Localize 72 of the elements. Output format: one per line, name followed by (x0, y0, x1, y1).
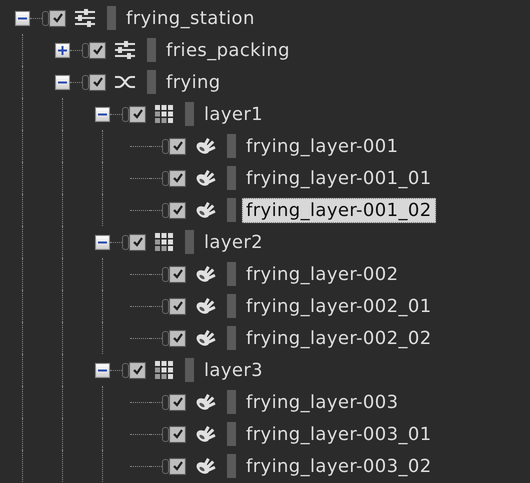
checkmark-icon (92, 44, 104, 56)
node-label[interactable]: layer2 (200, 230, 268, 254)
swatch-bar (227, 454, 236, 478)
swatch-bar (107, 6, 116, 30)
checkbox[interactable] (169, 170, 186, 186)
plus-icon (58, 46, 67, 54)
collapse-button[interactable] (95, 234, 110, 250)
checkmark-icon (172, 332, 184, 344)
checkmark-icon (172, 172, 184, 184)
node-label[interactable]: frying_layer-001_02 (242, 198, 436, 222)
swatch-bar (227, 422, 236, 446)
checkbox[interactable] (169, 394, 186, 410)
checkbox[interactable] (49, 10, 66, 26)
checkmark-icon (172, 204, 184, 216)
checkmark-icon (172, 140, 184, 152)
checkmark-icon (92, 76, 104, 88)
node-label[interactable]: frying_station (122, 6, 259, 30)
swatch-bar (227, 262, 236, 286)
collapse-button[interactable] (15, 10, 30, 26)
checkbox[interactable] (129, 106, 146, 122)
checkbox[interactable] (89, 42, 106, 58)
collapse-button[interactable] (55, 74, 70, 90)
swatch-bar (227, 134, 236, 158)
swatch-bar (227, 390, 236, 414)
checkmark-icon (132, 236, 144, 248)
swatch-bar (227, 198, 236, 222)
checkbox[interactable] (169, 266, 186, 282)
checkbox[interactable] (169, 458, 186, 474)
checkbox[interactable] (89, 74, 106, 90)
swatch-bar (185, 102, 194, 126)
checkbox[interactable] (169, 330, 186, 346)
collapse-button[interactable] (95, 362, 110, 378)
node-label[interactable]: frying_layer-002 (242, 262, 402, 286)
node-label[interactable]: frying_layer-001_01 (242, 166, 436, 190)
checkmark-icon (172, 428, 184, 440)
node-label[interactable]: layer3 (200, 358, 268, 382)
checkbox[interactable] (129, 234, 146, 250)
node-label[interactable]: frying_layer-003_02 (242, 454, 436, 478)
checkmark-icon (172, 300, 184, 312)
node-label[interactable]: frying (162, 70, 225, 94)
swatch-bar (227, 294, 236, 318)
node-label[interactable]: fries_packing (162, 38, 294, 62)
sliders-icon (74, 8, 96, 28)
swatch-bar (227, 326, 236, 350)
expand-button[interactable] (55, 42, 70, 58)
checkbox[interactable] (169, 298, 186, 314)
node-label[interactable]: frying_layer-001 (242, 134, 402, 158)
swatch-bar (147, 38, 156, 62)
checkbox[interactable] (169, 138, 186, 154)
checkmark-icon (172, 396, 184, 408)
node-label[interactable]: layer1 (200, 102, 268, 126)
node-label[interactable]: frying_layer-003 (242, 390, 402, 414)
swatch-bar (147, 70, 156, 94)
checkbox[interactable] (129, 362, 146, 378)
swatch-bar (185, 230, 194, 254)
node-label[interactable]: frying_layer-002_01 (242, 294, 436, 318)
collapse-button[interactable] (95, 106, 110, 122)
grid-icon (154, 104, 174, 124)
checkmark-icon (172, 268, 184, 280)
checkmark-icon (52, 12, 64, 24)
checkmark-icon (132, 108, 144, 120)
checkmark-icon (172, 460, 184, 472)
swatch-bar (185, 358, 194, 382)
checkbox[interactable] (169, 426, 186, 442)
checkmark-icon (132, 364, 144, 376)
grid-icon (154, 360, 174, 380)
sliders-icon (114, 40, 136, 60)
grid-icon (154, 232, 174, 252)
node-label[interactable]: frying_layer-002_02 (242, 326, 436, 350)
swatch-bar (227, 166, 236, 190)
node-label[interactable]: frying_layer-003_01 (242, 422, 436, 446)
checkbox[interactable] (169, 202, 186, 218)
